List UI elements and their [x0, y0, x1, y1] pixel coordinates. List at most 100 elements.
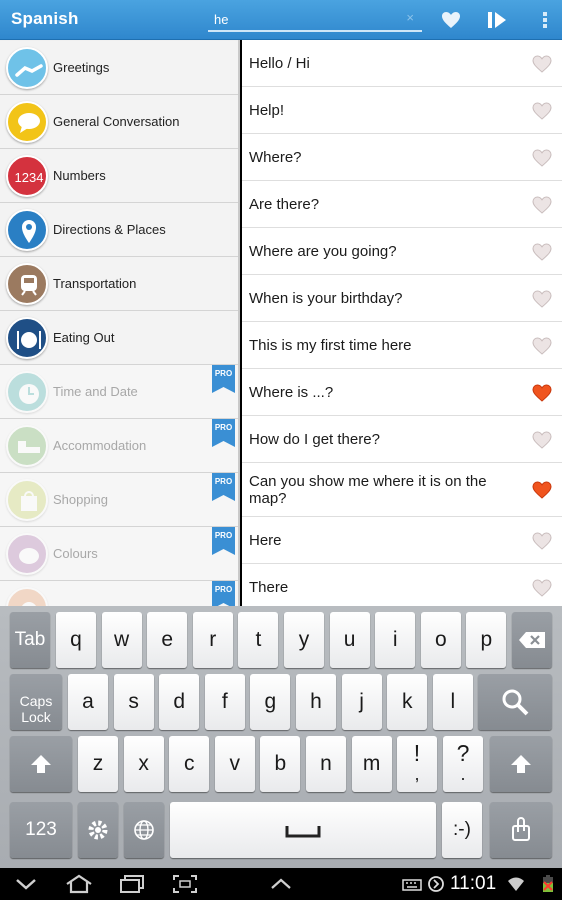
category-item[interactable]: Shopping PRO	[0, 473, 238, 527]
phrase-row[interactable]: Where is ...?	[242, 369, 562, 416]
category-item[interactable]: Greetings	[0, 41, 238, 95]
heart-outline-icon[interactable]	[532, 430, 552, 449]
search-input[interactable]	[214, 9, 394, 29]
category-label: General Conversation	[53, 114, 180, 129]
phrase-row[interactable]: When is your birthday?	[242, 275, 562, 322]
category-item[interactable]: 1234 Numbers	[0, 149, 238, 203]
language-key[interactable]	[124, 802, 164, 858]
exclamation-key[interactable]: !,	[397, 736, 437, 792]
key-j[interactable]: j	[341, 674, 382, 730]
phrase-text: Where is ...?	[249, 384, 334, 401]
phrase-row[interactable]: Are there?	[242, 181, 562, 228]
key-u[interactable]: u	[329, 612, 370, 668]
key-m[interactable]: m	[351, 736, 392, 792]
shift-arrow-icon	[31, 755, 51, 773]
key-d[interactable]: d	[159, 674, 200, 730]
heart-filled-icon[interactable]	[532, 383, 552, 402]
clipboard-key[interactable]	[490, 802, 552, 858]
key-label: s	[128, 689, 139, 713]
back-chevron-icon[interactable]	[14, 874, 38, 894]
key-o[interactable]: o	[420, 612, 461, 668]
category-item[interactable]: General Conversation	[0, 95, 238, 149]
key-i[interactable]: i	[375, 612, 416, 668]
shift-key-left[interactable]	[10, 736, 72, 792]
shift-arrow-icon	[511, 755, 531, 773]
category-item[interactable]: PRO	[0, 581, 238, 606]
heart-outline-icon[interactable]	[532, 195, 552, 214]
shift-key-right[interactable]	[490, 736, 552, 792]
category-item[interactable]: Accommodation PRO	[0, 419, 238, 473]
key-g[interactable]: g	[250, 674, 291, 730]
recent-apps-icon[interactable]	[118, 874, 146, 894]
heart-icon[interactable]	[440, 9, 462, 31]
key-b[interactable]: b	[260, 736, 301, 792]
clock-icon	[6, 371, 48, 413]
heart-outline-icon[interactable]	[532, 336, 552, 355]
category-item[interactable]: Directions & Places	[0, 203, 238, 257]
heart-outline-icon[interactable]	[532, 578, 552, 597]
phrase-row[interactable]: How do I get there?	[242, 416, 562, 463]
key-a[interactable]: a	[68, 674, 108, 730]
pro-badge: PRO	[212, 473, 235, 501]
play-icon[interactable]	[486, 9, 508, 31]
key-t[interactable]: t	[238, 612, 279, 668]
key-h[interactable]: h	[296, 674, 336, 730]
heart-outline-icon[interactable]	[532, 148, 552, 167]
key-s[interactable]: s	[113, 674, 154, 730]
heart-outline-icon[interactable]	[532, 531, 552, 550]
space-key[interactable]	[170, 802, 436, 858]
heart-outline-icon[interactable]	[532, 54, 552, 73]
tab-key[interactable]: Tab	[10, 612, 50, 668]
key-e[interactable]: e	[147, 612, 188, 668]
heart-outline-icon[interactable]	[532, 101, 552, 120]
key-p[interactable]: p	[466, 612, 507, 668]
phrase-row[interactable]: Hello / Hi	[242, 40, 562, 87]
phrase-text: Are there?	[249, 196, 320, 213]
key-z[interactable]: z	[78, 736, 118, 792]
category-item[interactable]: Time and Date PRO	[0, 365, 238, 419]
phrase-row[interactable]: Where?	[242, 134, 562, 181]
phrase-row[interactable]: Help!	[242, 87, 562, 134]
category-label: Greetings	[53, 60, 110, 75]
emoticon-key[interactable]: :-)	[442, 802, 482, 858]
overflow-menu-icon[interactable]	[534, 9, 556, 31]
screenshot-icon[interactable]	[172, 874, 198, 894]
category-item[interactable]: Transportation	[0, 257, 238, 311]
phrase-row[interactable]: Where are you going?	[242, 228, 562, 275]
phrase-row[interactable]: There	[242, 564, 562, 606]
heart-outline-icon[interactable]	[532, 242, 552, 261]
heart-filled-icon[interactable]	[532, 481, 552, 499]
question-key[interactable]: ?.	[443, 736, 483, 792]
pro-badge: PRO	[212, 527, 235, 555]
key-r[interactable]: r	[192, 612, 233, 668]
phrase-row[interactable]: This is my first time here	[242, 322, 562, 369]
key-k[interactable]: k	[387, 674, 428, 730]
numbers-mode-key[interactable]: 123	[10, 802, 72, 858]
key-x[interactable]: x	[123, 736, 164, 792]
search-key[interactable]	[478, 674, 552, 730]
key-n[interactable]: n	[306, 736, 346, 792]
phrase-row[interactable]: Can you show me where it is on the map?	[242, 463, 562, 517]
search-clear-button[interactable]: ×	[406, 10, 414, 25]
caps-lock-key[interactable]: Caps Lock	[10, 674, 62, 730]
key-v[interactable]: v	[214, 736, 255, 792]
key-f[interactable]: f	[204, 674, 245, 730]
app-title[interactable]: Spanish	[11, 9, 79, 29]
key-q[interactable]: q	[56, 612, 96, 668]
chevron-up-icon[interactable]	[268, 874, 294, 894]
key-c[interactable]: c	[169, 736, 210, 792]
phrase-row[interactable]: Here	[242, 517, 562, 564]
key-w[interactable]: w	[101, 612, 142, 668]
search-box[interactable]: ×	[208, 6, 422, 32]
category-item[interactable]: Colours PRO	[0, 527, 238, 581]
settings-key[interactable]	[78, 802, 118, 858]
gear-icon	[88, 820, 108, 840]
category-list: Greetings General Conversation 1234 Numbers…	[0, 40, 240, 606]
key-label: o	[434, 627, 447, 651]
category-item[interactable]: Eating Out	[0, 311, 238, 365]
heart-outline-icon[interactable]	[532, 289, 552, 308]
home-icon[interactable]	[64, 874, 94, 894]
backspace-key[interactable]	[512, 612, 552, 668]
key-y[interactable]: y	[284, 612, 324, 668]
key-l[interactable]: l	[432, 674, 473, 730]
